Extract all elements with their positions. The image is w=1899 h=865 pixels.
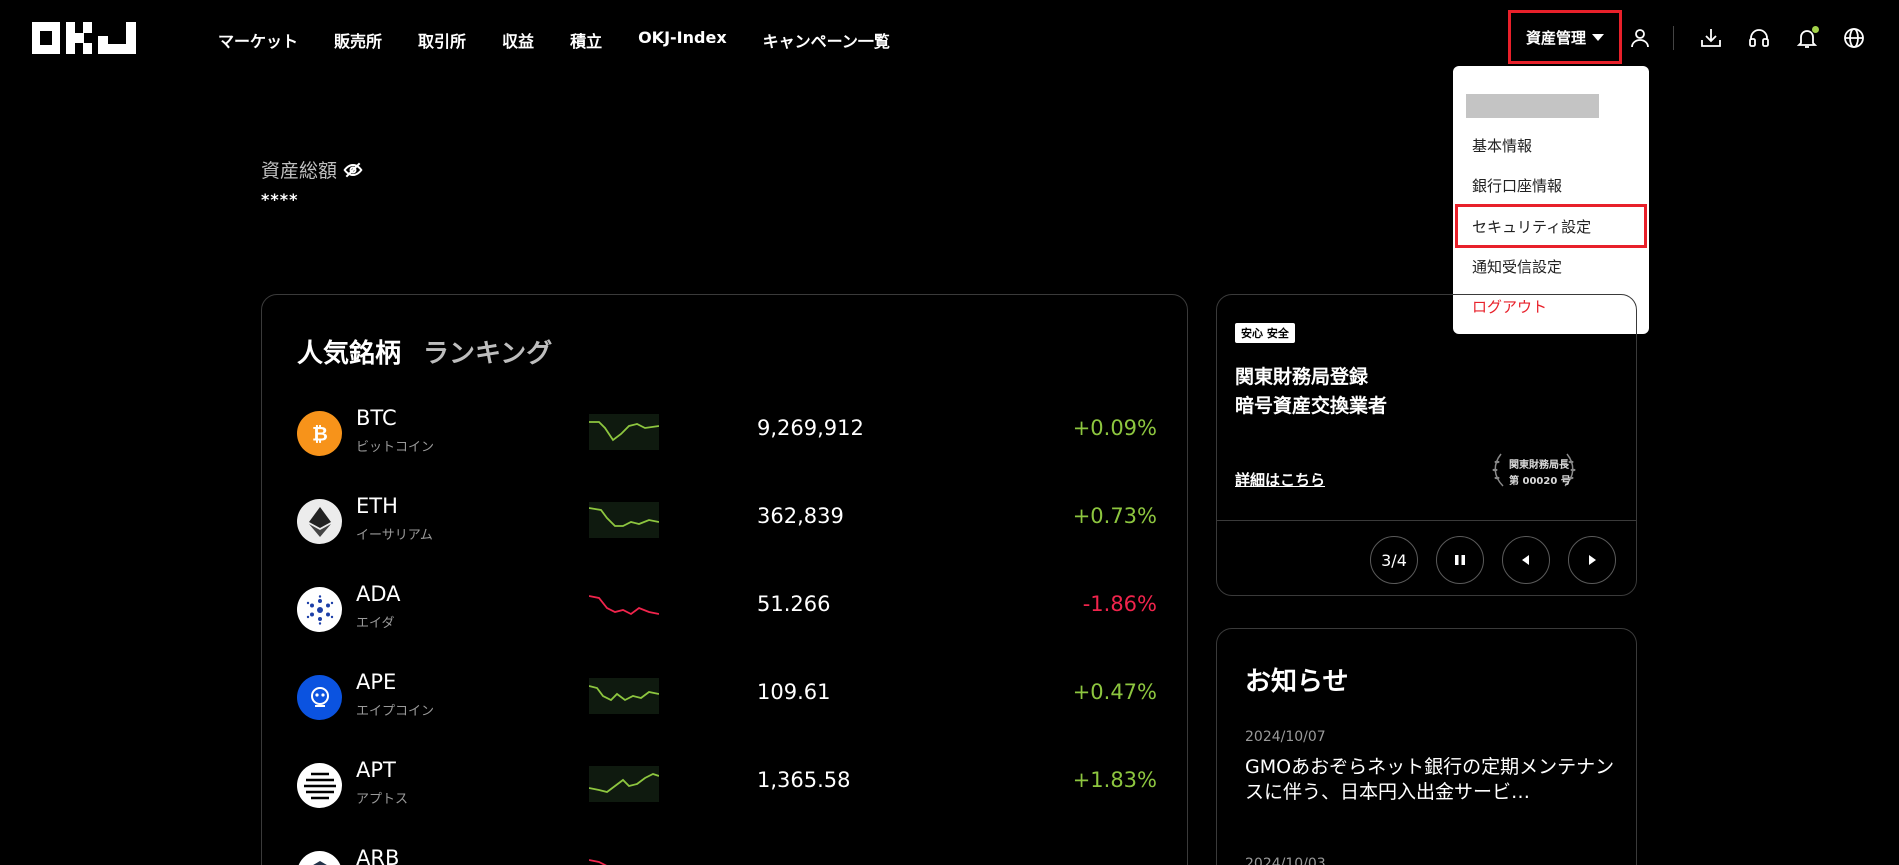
coin-price: 109.61: [757, 680, 831, 704]
ranking-tabs: 人気銘柄 ランキング: [297, 333, 552, 370]
nav-savings[interactable]: 積立: [570, 28, 602, 52]
coin-symbol: APE: [356, 670, 397, 694]
total-assets-label: 資産総額: [261, 160, 338, 182]
main-nav: マーケット 販売所 取引所 収益 積立 OKJ-Index キャンペーン一覧: [218, 28, 926, 52]
tab-ranking[interactable]: ランキング: [423, 333, 552, 370]
next-arrow-icon[interactable]: [1568, 536, 1616, 584]
notification-dot: [1812, 26, 1819, 33]
coin-change: +0.47%: [1072, 680, 1157, 704]
caret-down-icon: [1592, 33, 1604, 41]
header-divider: [1673, 26, 1674, 50]
menu-bank-account-info[interactable]: 銀行口座情報: [1472, 175, 1562, 196]
globe-language-icon[interactable]: [1840, 24, 1868, 52]
seal-text-line1: 関東財務局長: [1509, 460, 1569, 471]
coin-symbol: ETH: [356, 494, 398, 518]
apt-sparkline: [589, 766, 659, 802]
cardano-icon: [297, 587, 342, 632]
nav-okj-index[interactable]: OKJ-Index: [638, 28, 727, 52]
banner-title-line2: 暗号資産交換業者: [1235, 395, 1388, 417]
ada-sparkline: [589, 595, 659, 616]
coin-change: +1.83%: [1072, 768, 1157, 792]
news-item-text[interactable]: GMOあおぞらネット銀行の定期メンテナンスに伴う、日本円入出金サービ…: [1245, 755, 1615, 805]
support-headset-icon[interactable]: [1745, 24, 1773, 52]
apecoin-icon: [297, 675, 342, 720]
coin-symbol: ARB: [356, 846, 400, 865]
coin-symbol: BTC: [356, 406, 397, 430]
coin-price: 362,839: [757, 504, 844, 528]
banner-divider: [1217, 520, 1636, 521]
notification-bell-icon[interactable]: [1793, 24, 1821, 52]
logo-letter-j: [98, 22, 136, 54]
safety-badge: 安心 安全: [1235, 323, 1295, 343]
okj-logo[interactable]: [32, 22, 142, 54]
nav-earn[interactable]: 収益: [502, 28, 534, 52]
coin-symbol: APT: [356, 758, 396, 782]
total-assets-value: ****: [261, 190, 299, 209]
registration-seal: 関東財務局長 第 00020 号: [1489, 450, 1579, 490]
coin-row-eth[interactable]: ETH イーサリアム 362,839 +0.73%: [297, 490, 1157, 550]
coin-row-apt[interactable]: APT アプトス 1,365.58 +1.83%: [297, 754, 1157, 814]
arb-sparkline: [589, 859, 608, 865]
coin-name: エイプコイン: [356, 704, 435, 719]
eye-hidden-icon[interactable]: [343, 160, 363, 180]
asset-management-menu-button[interactable]: 資産管理: [1508, 10, 1622, 64]
banner-title: 関東財務局登録 暗号資産交換業者: [1235, 363, 1387, 421]
asset-management-label: 資産管理: [1525, 28, 1586, 47]
ethereum-icon: [297, 499, 342, 544]
nav-campaigns[interactable]: キャンペーン一覧: [763, 28, 890, 52]
coin-price: 9,269,912: [757, 416, 864, 440]
logo-letter-k: [66, 22, 92, 54]
menu-notification-settings[interactable]: 通知受信設定: [1472, 256, 1562, 277]
coin-name: エイダ: [356, 616, 395, 631]
aptos-icon: [297, 763, 342, 808]
ape-sparkline: [589, 678, 659, 714]
menu-security-settings[interactable]: セキュリティ設定: [1472, 216, 1591, 237]
coin-row-btc[interactable]: ₿ BTC ビットコイン 9,269,912 +0.09%: [297, 402, 1157, 462]
coin-name: イーサリアム: [356, 528, 433, 543]
seal-text-line2: 第 00020 号: [1509, 476, 1571, 487]
nav-sales-office[interactable]: 販売所: [334, 28, 382, 52]
nav-market[interactable]: マーケット: [218, 28, 298, 52]
details-link[interactable]: 詳細はこちら: [1235, 469, 1325, 490]
nav-exchange[interactable]: 取引所: [418, 28, 466, 52]
coin-name: アプトス: [356, 792, 409, 807]
news-date: 2024/10/03: [1245, 856, 1326, 865]
coin-symbol: ADA: [356, 582, 401, 606]
arbitrum-icon: [297, 851, 342, 865]
coin-price: 51.266: [757, 592, 831, 616]
coin-row-ada[interactable]: ADA エイダ 51.266 -1.86%: [297, 578, 1157, 638]
security-banner-card: 安心 安全 関東財務局登録 暗号資産交換業者 詳細はこちら 関東財務局長 第 0…: [1216, 294, 1637, 596]
tab-popular-coins[interactable]: 人気銘柄: [297, 333, 401, 370]
coin-change: +0.73%: [1072, 504, 1157, 528]
masked-account-name: [1466, 94, 1599, 118]
coin-change: -1.86%: [1082, 592, 1157, 616]
banner-pager: 3/4: [1370, 536, 1418, 584]
banner-title-line1: 関東財務局登録: [1235, 366, 1369, 388]
menu-basic-info[interactable]: 基本情報: [1472, 135, 1532, 156]
logo-letter-o: [32, 22, 60, 54]
total-assets-label-row: 資産総額: [261, 156, 363, 183]
news-title: お知らせ: [1245, 667, 1349, 697]
coin-name: ビットコイン: [356, 440, 435, 455]
news-card: お知らせ 2024/10/07 GMOあおぞらネット銀行の定期メンテナンスに伴う…: [1216, 628, 1637, 865]
btc-sparkline: [589, 414, 659, 450]
coin-price: 1,365.58: [757, 768, 851, 792]
coin-row-arb[interactable]: ARB: [297, 842, 1157, 865]
popular-coins-card: 人気銘柄 ランキング ₿ BTC ビットコイン 9,269,912 +0.09%…: [261, 294, 1188, 865]
user-icon[interactable]: [1626, 24, 1654, 52]
coin-change: +0.09%: [1072, 416, 1157, 440]
bitcoin-icon: ₿: [297, 411, 342, 456]
news-date: 2024/10/07: [1245, 729, 1326, 745]
pause-icon[interactable]: [1436, 536, 1484, 584]
coin-row-ape[interactable]: APE エイプコイン 109.61 +0.47%: [297, 666, 1157, 726]
eth-sparkline: [589, 502, 659, 538]
previous-arrow-icon[interactable]: [1502, 536, 1550, 584]
download-icon[interactable]: [1697, 24, 1725, 52]
svg-text:₿: ₿: [312, 422, 328, 445]
